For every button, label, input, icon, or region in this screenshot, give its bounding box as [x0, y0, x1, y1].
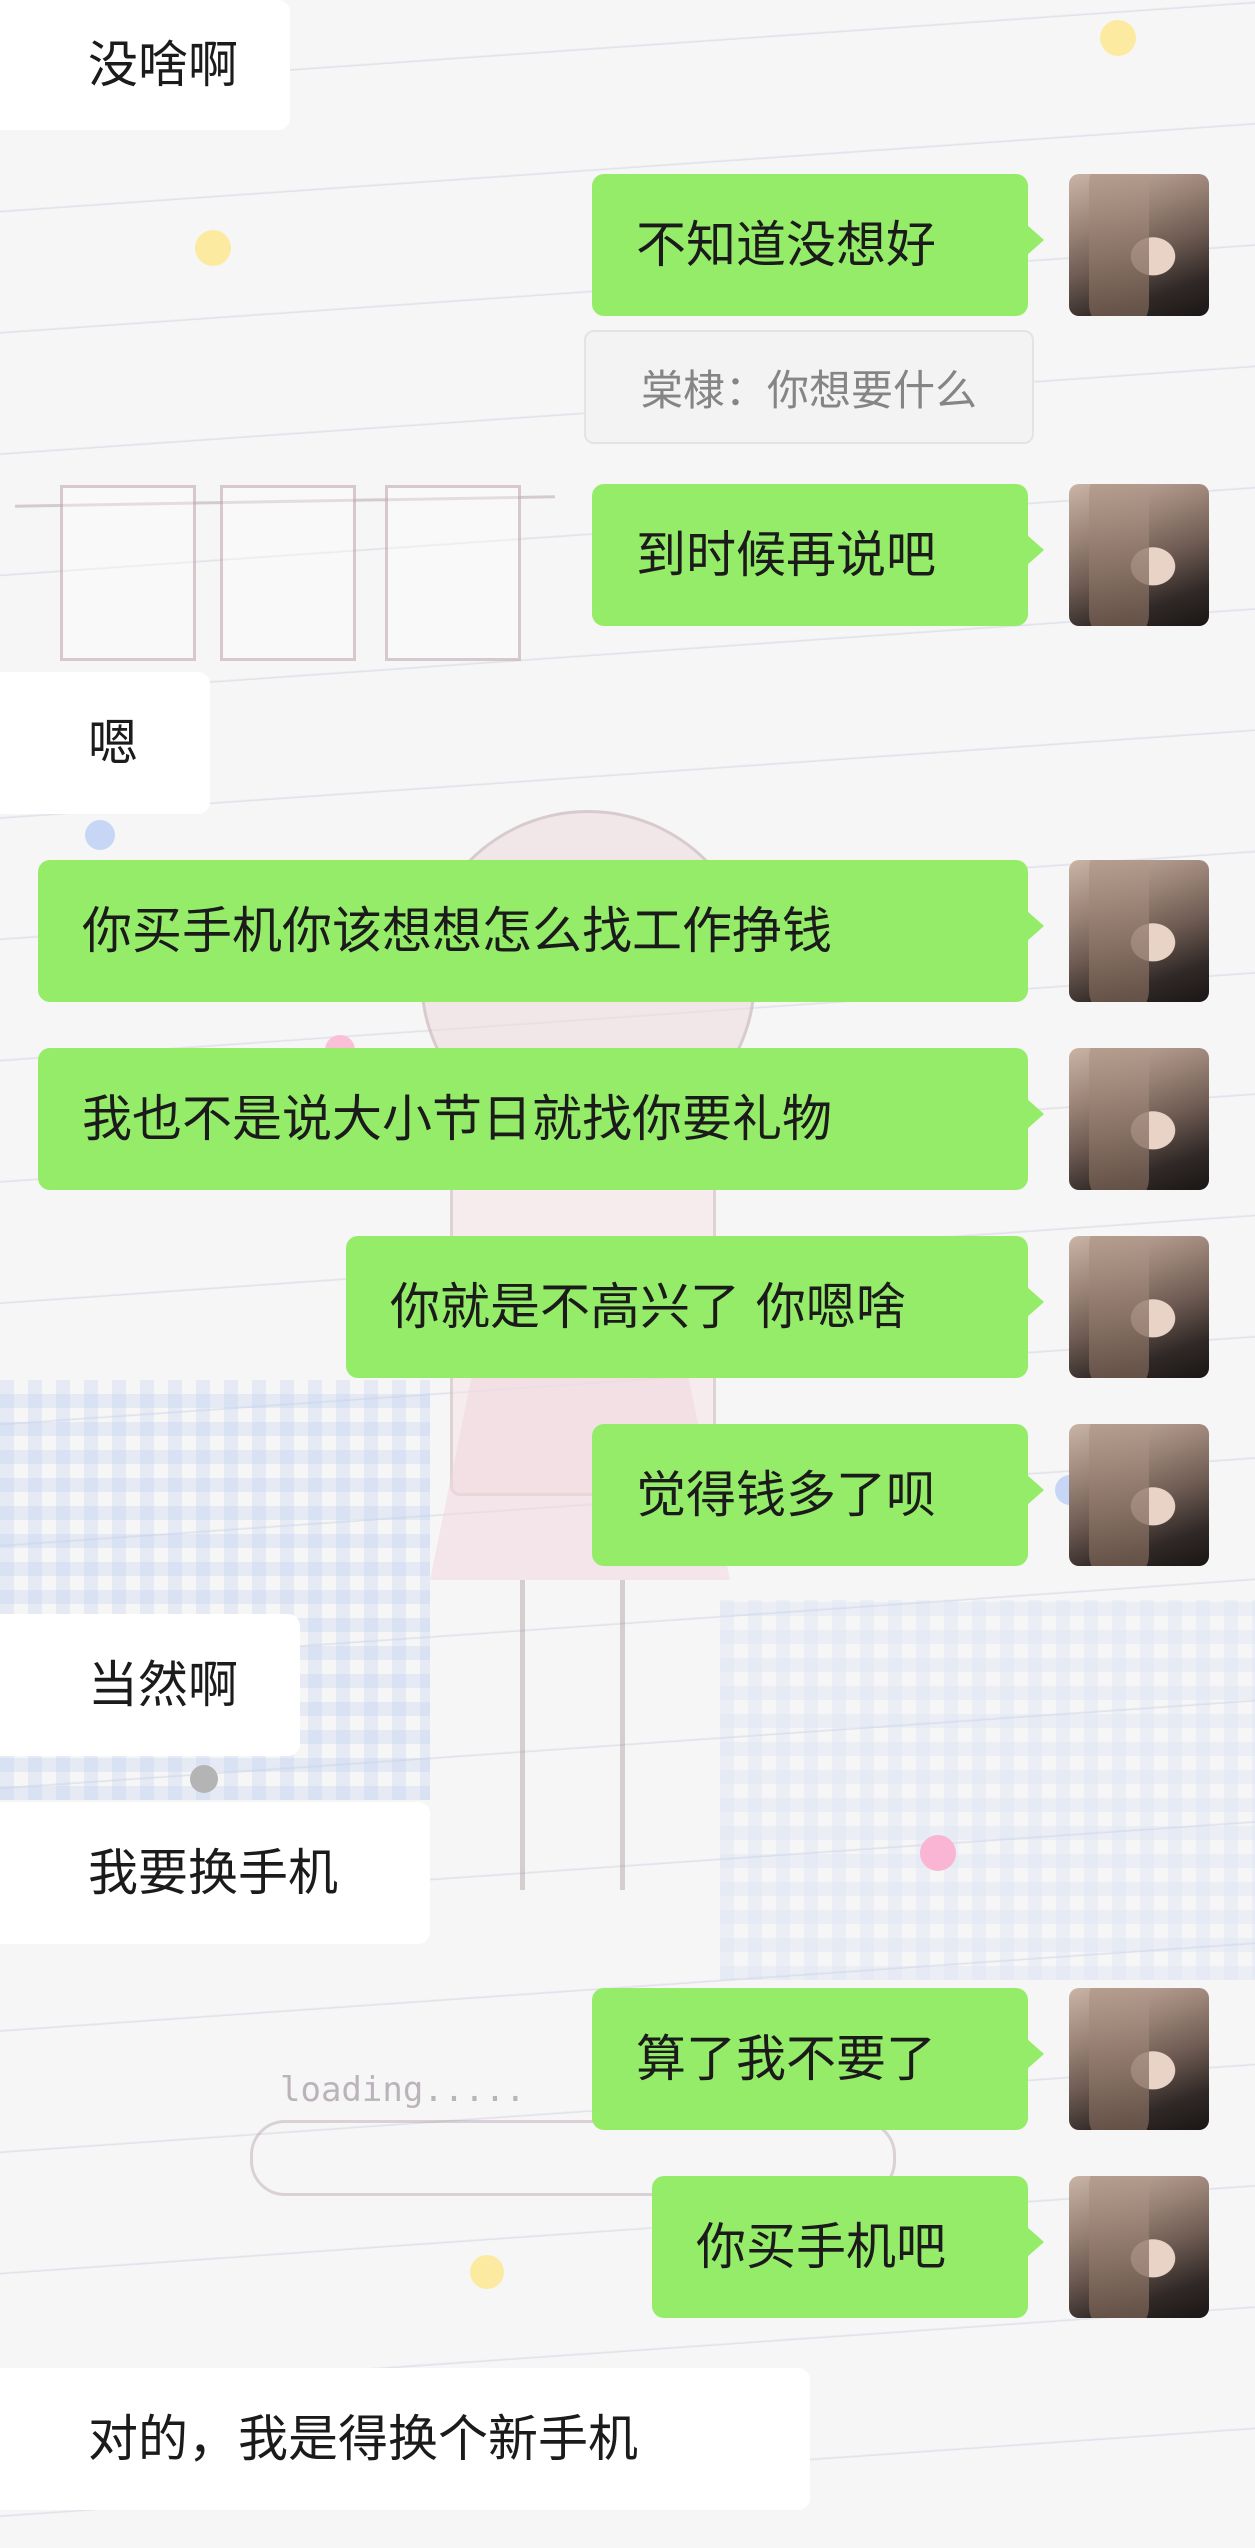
message-outgoing[interactable]: 你就是不高兴了 你嗯啥	[346, 1236, 1044, 1378]
message-text: 嗯	[88, 714, 138, 772]
message-text: 对的，我是得换个新手机	[88, 2410, 638, 2468]
message-text: 没啥啊	[88, 36, 238, 94]
message-text: 到时候再说吧	[636, 526, 936, 584]
system-tip-text: 棠棣：你想要什么	[640, 365, 977, 415]
user-avatar[interactable]	[1069, 174, 1209, 316]
message-outgoing[interactable]: 觉得钱多了呗	[592, 1424, 1044, 1566]
message-text: 你买手机吧	[696, 2218, 946, 2276]
user-avatar[interactable]	[1069, 1048, 1209, 1190]
message-outgoing[interactable]: 你买手机你该想想怎么找工作挣钱	[38, 860, 1044, 1002]
message-text: 我要换手机	[88, 1844, 338, 1902]
message-text: 算了我不要了	[636, 2030, 936, 2088]
system-reply-tip[interactable]: 棠棣：你想要什么	[584, 330, 1034, 444]
user-avatar[interactable]	[1069, 2176, 1209, 2318]
message-incoming[interactable]: 我要换手机	[0, 1802, 430, 1944]
user-avatar[interactable]	[1069, 1988, 1209, 2130]
user-avatar[interactable]	[1069, 484, 1209, 626]
message-outgoing[interactable]: 不知道没想好	[592, 174, 1044, 316]
message-text: 不知道没想好	[636, 216, 936, 274]
message-outgoing[interactable]: 我也不是说大小节日就找你要礼物	[38, 1048, 1044, 1190]
message-outgoing[interactable]: 算了我不要了	[592, 1988, 1044, 2130]
message-incoming[interactable]: 嗯	[0, 672, 210, 814]
user-avatar[interactable]	[1069, 1424, 1209, 1566]
message-outgoing[interactable]: 到时候再说吧	[592, 484, 1044, 626]
user-avatar[interactable]	[1069, 860, 1209, 1002]
user-avatar[interactable]	[1069, 1236, 1209, 1378]
message-incoming[interactable]: 没啥啊	[0, 0, 290, 130]
message-text: 你买手机你该想想怎么找工作挣钱	[82, 902, 832, 960]
message-incoming[interactable]: 对的，我是得换个新手机	[0, 2368, 810, 2510]
message-text: 我也不是说大小节日就找你要礼物	[82, 1090, 832, 1148]
message-text: 你就是不高兴了 你嗯啥	[390, 1278, 906, 1336]
message-outgoing[interactable]: 你买手机吧	[652, 2176, 1044, 2318]
message-incoming[interactable]: 当然啊	[0, 1614, 300, 1756]
message-text: 当然啊	[88, 1656, 238, 1714]
message-text: 觉得钱多了呗	[636, 1466, 936, 1524]
chat-message-list[interactable]: 没啥啊 不知道没想好 棠棣：你想要什么 到时候再说吧 嗯 你买手机你该想想怎么找…	[0, 0, 1255, 2548]
